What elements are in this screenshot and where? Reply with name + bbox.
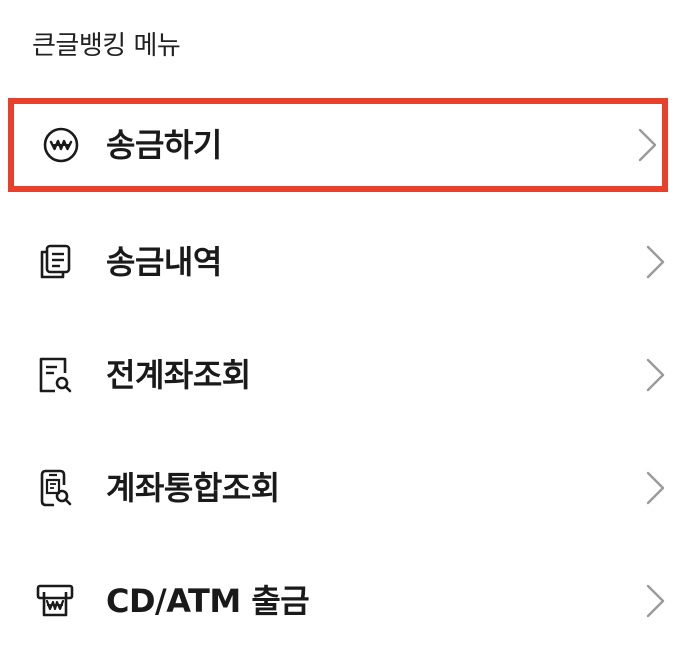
menu-list: 송금하기 송금내역 전계좌조회 계좌통합조회 CD/ATM 출금 <box>0 92 694 657</box>
phone-document-search-icon <box>34 467 76 509</box>
section-title: 큰글뱅킹 메뉴 <box>32 31 181 61</box>
menu-item-label: 전계좌조회 <box>106 355 251 394</box>
document-search-icon <box>34 354 76 396</box>
won-coin-icon <box>40 124 82 166</box>
menu-item-all-accounts[interactable]: 전계좌조회 <box>0 318 694 431</box>
chevron-right-icon <box>642 582 668 620</box>
chevron-right-icon <box>634 126 660 164</box>
chevron-right-icon <box>642 356 668 394</box>
menu-item-label: 계좌통합조회 <box>106 468 280 507</box>
documents-icon <box>34 241 76 283</box>
menu-item-transfer[interactable]: 송금하기 <box>8 98 668 192</box>
menu-item-transfer-history[interactable]: 송금내역 <box>0 205 694 318</box>
menu-item-integrated-accounts[interactable]: 계좌통합조회 <box>0 431 694 544</box>
menu-item-atm-withdrawal[interactable]: CD/ATM 출금 <box>0 544 694 657</box>
menu-item-label: 송금내역 <box>106 242 222 281</box>
chevron-right-icon <box>642 243 668 281</box>
chevron-right-icon <box>642 469 668 507</box>
menu-item-label: CD/ATM 출금 <box>106 581 310 620</box>
atm-withdraw-icon <box>34 580 76 622</box>
menu-item-label: 송금하기 <box>106 126 222 164</box>
